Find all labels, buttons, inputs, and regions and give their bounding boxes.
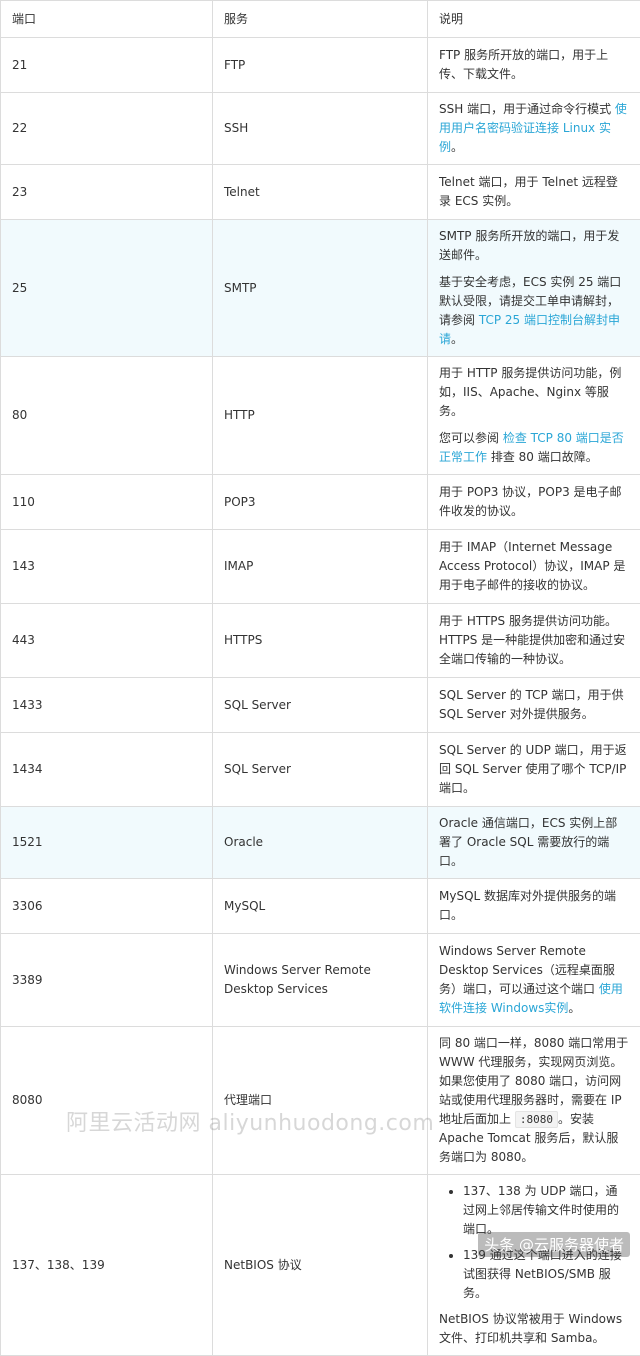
service-cell: SSH [213, 93, 428, 165]
service-cell: 代理端口 [213, 1027, 428, 1175]
service-cell: SQL Server [213, 678, 428, 733]
description-text: MySQL 数据库对外提供服务的端口。 [439, 887, 629, 925]
description-text: 用于 POP3 协议，POP3 是电子邮件收发的协议。 [439, 483, 629, 521]
code-snippet: :8080 [515, 1111, 558, 1128]
table-row: 1433 SQL Server SQL Server 的 TCP 端口，用于供 … [1, 678, 640, 733]
service-cell: SMTP [213, 220, 428, 357]
description-cell: FTP 服务所开放的端口，用于上传、下载文件。 [428, 38, 640, 93]
description-text: 。 [451, 332, 463, 346]
service-cell: Telnet [213, 165, 428, 220]
table-row: 110 POP3 用于 POP3 协议，POP3 是电子邮件收发的协议。 [1, 475, 640, 530]
description-cell: SQL Server 的 TCP 端口，用于供 SQL Server 对外提供服… [428, 678, 640, 733]
table-row: 3306 MySQL MySQL 数据库对外提供服务的端口。 [1, 879, 640, 934]
table-header-row: 端口 服务 说明 [1, 1, 640, 38]
description-text: 用于 HTTPS 服务提供访问功能。HTTPS 是一种能提供加密和通过安全端口传… [439, 612, 629, 669]
description-cell: 用于 IMAP（Internet Message Access Protocol… [428, 530, 640, 604]
port-cell: 23 [1, 165, 213, 220]
table-row: 3389 Windows Server Remote Desktop Servi… [1, 934, 640, 1027]
table-row: 1521 Oracle Oracle 通信端口，ECS 实例上部署了 Oracl… [1, 807, 640, 879]
port-cell: 143 [1, 530, 213, 604]
description-cell: MySQL 数据库对外提供服务的端口。 [428, 879, 640, 934]
description-text: SMTP 服务所开放的端口，用于发送邮件。 [439, 227, 629, 265]
table-row: 143 IMAP 用于 IMAP（Internet Message Access… [1, 530, 640, 604]
table-row: 137、138、139 NetBIOS 协议 137、138 为 UDP 端口，… [1, 1175, 640, 1356]
description-text: SQL Server 的 UDP 端口，用于返回 SQL Server 使用了哪… [439, 741, 629, 798]
service-cell: Windows Server Remote Desktop Services [213, 934, 428, 1027]
description-cell: SMTP 服务所开放的端口，用于发送邮件。基于安全考虑，ECS 实例 25 端口… [428, 220, 640, 357]
description-cell: SQL Server 的 UDP 端口，用于返回 SQL Server 使用了哪… [428, 733, 640, 807]
port-cell: 8080 [1, 1027, 213, 1175]
service-cell: IMAP [213, 530, 428, 604]
table-row: 443 HTTPS 用于 HTTPS 服务提供访问功能。HTTPS 是一种能提供… [1, 604, 640, 678]
description-text: SQL Server 的 TCP 端口，用于供 SQL Server 对外提供服… [439, 686, 629, 724]
service-cell: HTTPS [213, 604, 428, 678]
description-cell: Windows Server Remote Desktop Services（远… [428, 934, 640, 1027]
table-row: 8080 代理端口 同 80 端口一样，8080 端口常用于 WWW 代理服务，… [1, 1027, 640, 1175]
description-text: 。 [451, 140, 463, 154]
service-cell: NetBIOS 协议 [213, 1175, 428, 1356]
service-cell: SQL Server [213, 733, 428, 807]
description-text: FTP 服务所开放的端口，用于上传、下载文件。 [439, 46, 629, 84]
description-text: 用于 IMAP（Internet Message Access Protocol… [439, 538, 629, 595]
port-cell: 25 [1, 220, 213, 357]
port-cell: 3389 [1, 934, 213, 1027]
service-cell: Oracle [213, 807, 428, 879]
table-row: 80 HTTP 用于 HTTP 服务提供访问功能，例如，IIS、Apache、N… [1, 357, 640, 475]
port-cell: 80 [1, 357, 213, 475]
description-cell: SSH 端口，用于通过命令行模式 使用用户名密码验证连接 Linux 实例。 [428, 93, 640, 165]
table-row: 1434 SQL Server SQL Server 的 UDP 端口，用于返回… [1, 733, 640, 807]
service-cell: FTP [213, 38, 428, 93]
header-service: 服务 [213, 1, 428, 38]
description-cell: Telnet 端口，用于 Telnet 远程登录 ECS 实例。 [428, 165, 640, 220]
service-cell: MySQL [213, 879, 428, 934]
header-description: 说明 [428, 1, 640, 38]
description-cell: 137、138 为 UDP 端口，通过网上邻居传输文件时使用的端口。 139 通… [428, 1175, 640, 1356]
description-text: Oracle 通信端口，ECS 实例上部署了 Oracle SQL 需要放行的端… [439, 814, 629, 871]
description-cell: Oracle 通信端口，ECS 实例上部署了 Oracle SQL 需要放行的端… [428, 807, 640, 879]
table-row: 22 SSH SSH 端口，用于通过命令行模式 使用用户名密码验证连接 Linu… [1, 93, 640, 165]
description-text: 排查 80 端口故障。 [487, 450, 598, 464]
table-row: 23 Telnet Telnet 端口，用于 Telnet 远程登录 ECS 实… [1, 165, 640, 220]
ports-table: 端口 服务 说明 21 FTP FTP 服务所开放的端口，用于上传、下载文件。 … [0, 0, 640, 1356]
description-cell: 同 80 端口一样，8080 端口常用于 WWW 代理服务，实现网页浏览。如果您… [428, 1027, 640, 1175]
port-cell: 1433 [1, 678, 213, 733]
credit-label: 头条 @云服务器使者 [478, 1232, 630, 1257]
service-cell: HTTP [213, 357, 428, 475]
description-text: SSH 端口，用于通过命令行模式 [439, 102, 615, 116]
description-cell: 用于 HTTP 服务提供访问功能，例如，IIS、Apache、Nginx 等服务… [428, 357, 640, 475]
port-cell: 1434 [1, 733, 213, 807]
list-item: 137、138 为 UDP 端口，通过网上邻居传输文件时使用的端口。 [463, 1182, 629, 1239]
port-cell: 22 [1, 93, 213, 165]
description-cell: 用于 POP3 协议，POP3 是电子邮件收发的协议。 [428, 475, 640, 530]
description-text: 您可以参阅 [439, 431, 503, 445]
port-cell: 21 [1, 38, 213, 93]
header-port: 端口 [1, 1, 213, 38]
description-text: Windows Server Remote Desktop Services（远… [439, 944, 615, 996]
description-text: 。 [568, 1001, 580, 1015]
port-cell: 1521 [1, 807, 213, 879]
description-text: NetBIOS 协议常被用于 Windows 文件、打印机共享和 Samba。 [439, 1310, 629, 1348]
table-row: 21 FTP FTP 服务所开放的端口，用于上传、下载文件。 [1, 38, 640, 93]
table-row: 25 SMTP SMTP 服务所开放的端口，用于发送邮件。基于安全考虑，ECS … [1, 220, 640, 357]
port-cell: 137、138、139 [1, 1175, 213, 1356]
description-text: 用于 HTTP 服务提供访问功能，例如，IIS、Apache、Nginx 等服务… [439, 364, 629, 421]
port-cell: 3306 [1, 879, 213, 934]
description-cell: 用于 HTTPS 服务提供访问功能。HTTPS 是一种能提供加密和通过安全端口传… [428, 604, 640, 678]
port-cell: 443 [1, 604, 213, 678]
description-text: Telnet 端口，用于 Telnet 远程登录 ECS 实例。 [439, 173, 629, 211]
port-cell: 110 [1, 475, 213, 530]
service-cell: POP3 [213, 475, 428, 530]
